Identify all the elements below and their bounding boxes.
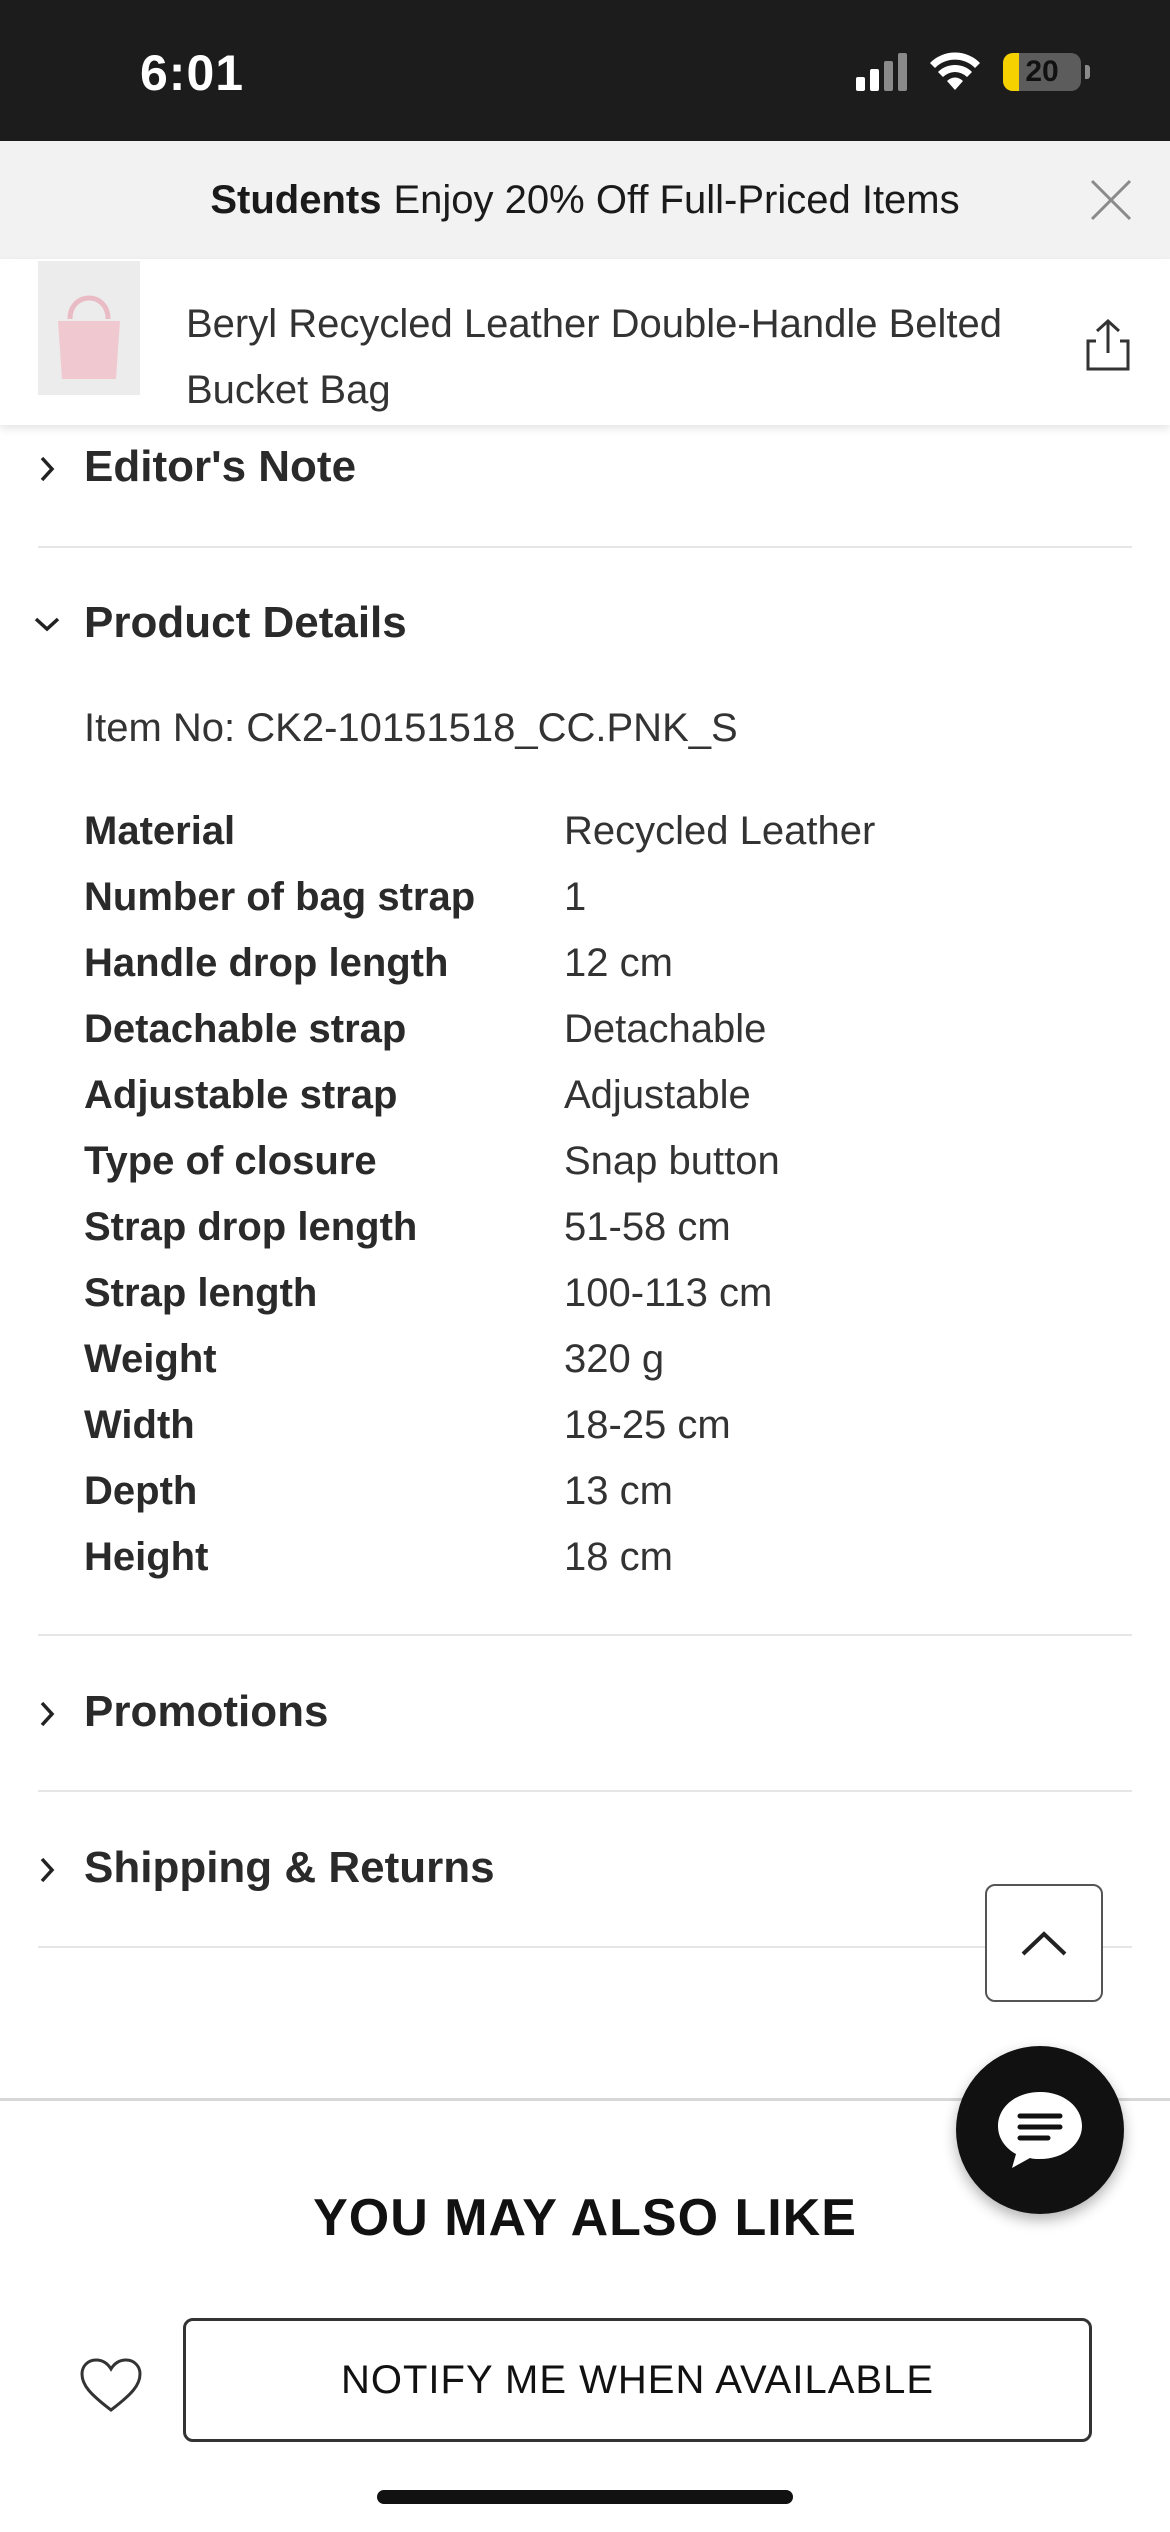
section-shipping-returns[interactable]: Shipping & Returns: [84, 1843, 495, 1893]
divider: [38, 546, 1132, 548]
divider: [38, 1634, 1132, 1636]
spec-label: Type of closure: [84, 1138, 377, 1183]
spec-row: Adjustable strap Adjustable: [84, 1062, 1084, 1128]
product-page: 6:01 20 Students Enjoy 20% Off Full-Pric…: [0, 0, 1170, 2532]
spec-value: 1: [564, 874, 587, 919]
spec-row: Strap drop length 51-58 cm: [84, 1194, 1084, 1260]
spec-label: Number of bag strap: [84, 874, 476, 919]
share-icon[interactable]: [1082, 317, 1134, 373]
spec-label: Depth: [84, 1468, 198, 1513]
spec-label: Detachable strap: [84, 1006, 407, 1051]
divider: [38, 1790, 1132, 1792]
section-editors-note[interactable]: Editor's Note: [84, 442, 356, 492]
spec-value: 13 cm: [564, 1468, 673, 1513]
spec-value: 18 cm: [564, 1534, 673, 1579]
spec-label: Adjustable strap: [84, 1072, 398, 1117]
status-time: 6:01: [140, 45, 245, 101]
product-name: Beryl Recycled Leather Double-Handle Bel…: [186, 302, 1003, 412]
spec-label: Width: [84, 1402, 195, 1447]
spec-label: Strap drop length: [84, 1204, 418, 1249]
scroll-to-top-button[interactable]: [985, 1884, 1103, 2002]
battery-level: 20: [1025, 55, 1059, 88]
bag-image: [58, 295, 120, 379]
spec-row: Detachable strap Detachable: [84, 996, 1084, 1062]
chevron-down-icon[interactable]: [30, 607, 64, 641]
status-bar: 6:01 20: [0, 0, 1170, 141]
promo-banner[interactable]: Students Enjoy 20% Off Full-Priced Items: [0, 141, 1170, 259]
spec-value: 51-58 cm: [564, 1204, 731, 1249]
status-icons: 20: [856, 52, 1090, 92]
spec-table: Material Recycled Leather Number of bag s…: [84, 798, 1084, 1590]
spec-value: Recycled Leather: [564, 808, 876, 853]
spec-label: Strap length: [84, 1270, 318, 1315]
product-header: Beryl Recycled Leather Double-Handle Bel…: [0, 259, 1170, 425]
spec-value: Detachable: [564, 1006, 767, 1051]
spec-value: 320 g: [564, 1336, 665, 1381]
spec-label: Handle drop length: [84, 940, 449, 985]
close-icon[interactable]: [1086, 175, 1136, 225]
cellular-signal-icon: [856, 53, 907, 91]
spec-row: Type of closure Snap button: [84, 1128, 1084, 1194]
notify-me-button[interactable]: NOTIFY ME WHEN AVAILABLE: [183, 2318, 1092, 2442]
spec-row: Depth 13 cm: [84, 1458, 1084, 1524]
section-product-details[interactable]: Product Details: [84, 598, 407, 648]
chevron-right-icon[interactable]: [30, 1697, 64, 1731]
heart-icon[interactable]: [78, 2356, 144, 2416]
spec-value: Snap button: [564, 1138, 780, 1183]
spec-row: Strap length 100-113 cm: [84, 1260, 1084, 1326]
section-promotions[interactable]: Promotions: [84, 1687, 328, 1737]
chat-icon: [998, 2092, 1082, 2168]
spec-label: Material: [84, 808, 236, 853]
spec-value: 100-113 cm: [564, 1270, 773, 1315]
spec-row: Material Recycled Leather: [84, 798, 1084, 864]
product-thumbnail[interactable]: [38, 261, 140, 395]
spec-row: Height 18 cm: [84, 1524, 1084, 1590]
spec-value: 18-25 cm: [564, 1402, 731, 1447]
home-indicator: [377, 2490, 793, 2504]
spec-value: 12 cm: [564, 940, 673, 985]
battery-icon: 20: [1003, 53, 1081, 91]
spec-row: Width 18-25 cm: [84, 1392, 1084, 1458]
spec-row: Handle drop length 12 cm: [84, 930, 1084, 996]
chevron-right-icon[interactable]: [30, 1853, 64, 1887]
item-number: Item No: CK2-10151518_CC.PNK_S: [84, 706, 738, 750]
chevron-up-icon: [1021, 1931, 1067, 1956]
chevron-right-icon[interactable]: [30, 452, 64, 486]
spec-label: Weight: [84, 1336, 217, 1381]
battery-tip: [1085, 65, 1090, 79]
spec-value: Adjustable: [564, 1072, 751, 1117]
promo-text: Enjoy 20% Off Full-Priced Items: [393, 177, 960, 222]
wifi-icon: [930, 52, 980, 90]
divider: [38, 1946, 1132, 1948]
promo-highlight: Students: [210, 177, 382, 222]
spec-row: Weight 320 g: [84, 1326, 1084, 1392]
spec-label: Height: [84, 1534, 209, 1579]
spec-row: Number of bag strap 1: [84, 864, 1084, 930]
recommendations-title: YOU MAY ALSO LIKE: [313, 2189, 857, 2247]
